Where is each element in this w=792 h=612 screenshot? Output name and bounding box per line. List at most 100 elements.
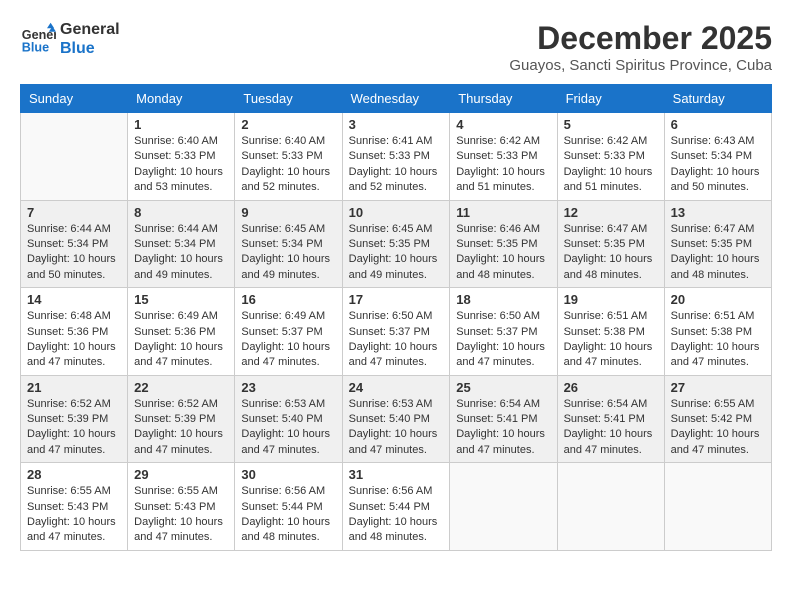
day-info: Sunrise: 6:52 AM Sunset: 5:39 PM Dayligh…: [134, 397, 228, 459]
day-number: 4: [456, 117, 550, 132]
day-info: Sunrise: 6:50 AM Sunset: 5:37 PM Dayligh…: [349, 309, 444, 371]
calendar-day-cell: 20 Sunrise: 6:51 AM Sunset: 5:38 PM Dayli…: [664, 288, 771, 376]
day-number: 23: [241, 380, 335, 395]
day-info: Sunrise: 6:50 AM Sunset: 5:37 PM Dayligh…: [456, 309, 550, 371]
day-number: 22: [134, 380, 228, 395]
calendar-day-cell: 17 Sunrise: 6:50 AM Sunset: 5:37 PM Dayli…: [342, 288, 450, 376]
weekday-header-monday: Monday: [128, 85, 235, 113]
day-info: Sunrise: 6:44 AM Sunset: 5:34 PM Dayligh…: [27, 222, 121, 284]
day-number: 28: [27, 467, 121, 482]
calendar-day-cell: 1 Sunrise: 6:40 AM Sunset: 5:33 PM Daylig…: [128, 113, 235, 201]
logo-icon: General Blue: [20, 21, 56, 57]
day-number: 2: [241, 117, 335, 132]
calendar-day-cell: 12 Sunrise: 6:47 AM Sunset: 5:35 PM Dayli…: [557, 200, 664, 288]
calendar-day-cell: 28 Sunrise: 6:55 AM Sunset: 5:43 PM Dayli…: [21, 463, 128, 551]
calendar-day-cell: 11 Sunrise: 6:46 AM Sunset: 5:35 PM Dayli…: [450, 200, 557, 288]
calendar-day-cell: 9 Sunrise: 6:45 AM Sunset: 5:34 PM Daylig…: [235, 200, 342, 288]
day-info: Sunrise: 6:43 AM Sunset: 5:34 PM Dayligh…: [671, 134, 765, 196]
calendar-day-cell: 4 Sunrise: 6:42 AM Sunset: 5:33 PM Daylig…: [450, 113, 557, 201]
day-info: Sunrise: 6:41 AM Sunset: 5:33 PM Dayligh…: [349, 134, 444, 196]
day-info: Sunrise: 6:40 AM Sunset: 5:33 PM Dayligh…: [241, 134, 335, 196]
day-info: Sunrise: 6:56 AM Sunset: 5:44 PM Dayligh…: [349, 484, 444, 546]
weekday-header-row: SundayMondayTuesdayWednesdayThursdayFrid…: [21, 85, 772, 113]
day-number: 8: [134, 205, 228, 220]
day-number: 29: [134, 467, 228, 482]
calendar-week-row: 28 Sunrise: 6:55 AM Sunset: 5:43 PM Dayli…: [21, 463, 772, 551]
day-info: Sunrise: 6:54 AM Sunset: 5:41 PM Dayligh…: [456, 397, 550, 459]
calendar-day-cell: 24 Sunrise: 6:53 AM Sunset: 5:40 PM Dayli…: [342, 375, 450, 463]
day-info: Sunrise: 6:40 AM Sunset: 5:33 PM Dayligh…: [134, 134, 228, 196]
day-info: Sunrise: 6:49 AM Sunset: 5:36 PM Dayligh…: [134, 309, 228, 371]
calendar-day-cell: 14 Sunrise: 6:48 AM Sunset: 5:36 PM Dayli…: [21, 288, 128, 376]
day-info: Sunrise: 6:44 AM Sunset: 5:34 PM Dayligh…: [134, 222, 228, 284]
calendar-day-cell: 26Sunrise: 6:54 AM Sunset: 5:41 PM Dayli…: [557, 375, 664, 463]
calendar-day-cell: 3 Sunrise: 6:41 AM Sunset: 5:33 PM Daylig…: [342, 113, 450, 201]
calendar-day-cell: 27 Sunrise: 6:55 AM Sunset: 5:42 PM Dayli…: [664, 375, 771, 463]
calendar-day-cell: 7 Sunrise: 6:44 AM Sunset: 5:34 PM Daylig…: [21, 200, 128, 288]
calendar-week-row: 7 Sunrise: 6:44 AM Sunset: 5:34 PM Daylig…: [21, 200, 772, 288]
day-info: Sunrise: 6:51 AM Sunset: 5:38 PM Dayligh…: [671, 309, 765, 371]
weekday-header-tuesday: Tuesday: [235, 85, 342, 113]
day-info: Sunrise: 6:49 AM Sunset: 5:37 PM Dayligh…: [241, 309, 335, 371]
day-number: 9: [241, 205, 335, 220]
day-info: Sunrise: 6:55 AM Sunset: 5:43 PM Dayligh…: [134, 484, 228, 546]
day-number: 11: [456, 205, 550, 220]
day-info: Sunrise: 6:55 AM Sunset: 5:43 PM Dayligh…: [27, 484, 121, 546]
calendar-day-cell: 6 Sunrise: 6:43 AM Sunset: 5:34 PM Daylig…: [664, 113, 771, 201]
day-number: 18: [456, 292, 550, 307]
day-info: Sunrise: 6:46 AM Sunset: 5:35 PM Dayligh…: [456, 222, 550, 284]
day-info: Sunrise: 6:42 AM Sunset: 5:33 PM Dayligh…: [456, 134, 550, 196]
weekday-header-friday: Friday: [557, 85, 664, 113]
calendar-day-cell: [450, 463, 557, 551]
logo-text2: Blue: [60, 39, 120, 58]
title-area: December 2025 Guayos, Sancti Spiritus Pr…: [509, 20, 772, 74]
day-info: Sunrise: 6:56 AM Sunset: 5:44 PM Dayligh…: [241, 484, 335, 546]
day-number: 24: [349, 380, 444, 395]
calendar-day-cell: 31Sunrise: 6:56 AM Sunset: 5:44 PM Dayli…: [342, 463, 450, 551]
calendar-day-cell: 8 Sunrise: 6:44 AM Sunset: 5:34 PM Daylig…: [128, 200, 235, 288]
calendar-day-cell: 29 Sunrise: 6:55 AM Sunset: 5:43 PM Dayli…: [128, 463, 235, 551]
calendar-table: SundayMondayTuesdayWednesdayThursdayFrid…: [20, 84, 772, 551]
month-title: December 2025: [509, 20, 772, 57]
day-number: 17: [349, 292, 444, 307]
day-info: Sunrise: 6:52 AM Sunset: 5:39 PM Dayligh…: [27, 397, 121, 459]
weekday-header-saturday: Saturday: [664, 85, 771, 113]
day-info: Sunrise: 6:48 AM Sunset: 5:36 PM Dayligh…: [27, 309, 121, 371]
day-number: 14: [27, 292, 121, 307]
svg-text:Blue: Blue: [22, 41, 49, 55]
day-number: 27: [671, 380, 765, 395]
calendar-day-cell: 13Sunrise: 6:47 AM Sunset: 5:35 PM Dayli…: [664, 200, 771, 288]
calendar-day-cell: 18 Sunrise: 6:50 AM Sunset: 5:37 PM Dayli…: [450, 288, 557, 376]
logo-text: General: [60, 20, 120, 39]
day-number: 30: [241, 467, 335, 482]
calendar-day-cell: 5 Sunrise: 6:42 AM Sunset: 5:33 PM Daylig…: [557, 113, 664, 201]
day-info: Sunrise: 6:47 AM Sunset: 5:35 PM Dayligh…: [564, 222, 658, 284]
day-number: 20: [671, 292, 765, 307]
day-number: 6: [671, 117, 765, 132]
calendar-day-cell: 15 Sunrise: 6:49 AM Sunset: 5:36 PM Dayli…: [128, 288, 235, 376]
weekday-header-thursday: Thursday: [450, 85, 557, 113]
day-info: Sunrise: 6:42 AM Sunset: 5:33 PM Dayligh…: [564, 134, 658, 196]
calendar-day-cell: [664, 463, 771, 551]
calendar-day-cell: 2 Sunrise: 6:40 AM Sunset: 5:33 PM Daylig…: [235, 113, 342, 201]
calendar-day-cell: 16 Sunrise: 6:49 AM Sunset: 5:37 PM Dayli…: [235, 288, 342, 376]
day-number: 15: [134, 292, 228, 307]
logo: General Blue General Blue: [20, 20, 120, 58]
calendar-day-cell: [21, 113, 128, 201]
day-number: 5: [564, 117, 658, 132]
day-number: 26: [564, 380, 658, 395]
day-info: Sunrise: 6:53 AM Sunset: 5:40 PM Dayligh…: [349, 397, 444, 459]
day-info: Sunrise: 6:55 AM Sunset: 5:42 PM Dayligh…: [671, 397, 765, 459]
day-number: 16: [241, 292, 335, 307]
calendar-day-cell: 30 Sunrise: 6:56 AM Sunset: 5:44 PM Dayli…: [235, 463, 342, 551]
calendar-day-cell: 19Sunrise: 6:51 AM Sunset: 5:38 PM Dayli…: [557, 288, 664, 376]
day-number: 12: [564, 205, 658, 220]
day-info: Sunrise: 6:45 AM Sunset: 5:34 PM Dayligh…: [241, 222, 335, 284]
day-number: 1: [134, 117, 228, 132]
day-number: 7: [27, 205, 121, 220]
day-number: 3: [349, 117, 444, 132]
day-number: 21: [27, 380, 121, 395]
day-info: Sunrise: 6:45 AM Sunset: 5:35 PM Dayligh…: [349, 222, 444, 284]
calendar-day-cell: 10Sunrise: 6:45 AM Sunset: 5:35 PM Dayli…: [342, 200, 450, 288]
weekday-header-sunday: Sunday: [21, 85, 128, 113]
